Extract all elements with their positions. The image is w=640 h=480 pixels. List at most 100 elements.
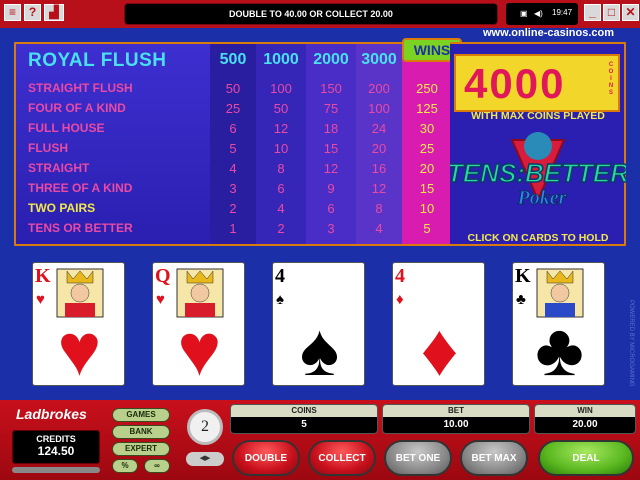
payout-value: 3 xyxy=(229,181,237,196)
autoplay-button[interactable]: ∞ xyxy=(144,459,170,473)
coin-value-selector[interactable]: 2 xyxy=(187,409,223,445)
bank-button[interactable]: BANK xyxy=(112,425,170,439)
royal-flush-label: ROYAL FLUSH xyxy=(28,50,167,71)
max-win-box: 4000 COINS xyxy=(454,54,620,112)
payout-value: 2 xyxy=(277,221,285,236)
games-button[interactable]: GAMES xyxy=(112,408,170,422)
playing-card[interactable]: 4 ♠ ♠ xyxy=(272,262,365,391)
brand-logo: Ladbrokes xyxy=(16,406,87,422)
card-suit-small: ♥ xyxy=(36,291,45,308)
royal-value-2: 1000 xyxy=(263,51,299,68)
payout-value: 10 xyxy=(419,201,435,216)
payout-value: 75 xyxy=(323,101,339,116)
paytable-row: TENS OR BETTER 1 2 3 4 5 xyxy=(16,218,452,238)
bet-max-button[interactable]: BET MAX xyxy=(460,440,528,476)
win-label: WIN xyxy=(535,405,635,417)
paytable-row: TWO PAIRS 2 4 6 8 10 xyxy=(16,198,452,218)
help-icon[interactable]: ? xyxy=(24,4,41,21)
hold-instruction: CLICK ON CARDS TO HOLD xyxy=(467,232,609,244)
payout-value: 250 xyxy=(416,81,438,96)
payout-value: 3 xyxy=(327,221,335,236)
status-message: DOUBLE TO 40.00 OR COLLECT 20.00 xyxy=(124,3,498,25)
hand-name: STRAIGHT FLUSH xyxy=(28,81,133,95)
hand-name: FLUSH xyxy=(28,141,68,155)
payout-value: 12 xyxy=(323,161,339,176)
stats-icon[interactable]: ▟ xyxy=(44,4,64,21)
jackpot-panel: 4000 COINS WITH MAX COINS PLAYED TENS:BE… xyxy=(450,42,626,246)
menu-icon[interactable]: ≡ xyxy=(4,4,21,21)
deal-button[interactable]: DEAL xyxy=(538,440,634,476)
clock-display: ▣ ◀) 19:47 xyxy=(506,3,578,25)
payout-value: 125 xyxy=(416,101,438,116)
top-bar: ≡ ? ▟ DOUBLE TO 40.00 OR COLLECT 20.00 ▣… xyxy=(0,0,640,28)
card-suit-pip: ♥ xyxy=(177,308,222,391)
win-display: WIN 20.00 xyxy=(534,404,636,434)
svg-text:Poker: Poker xyxy=(517,187,567,209)
payout-value: 6 xyxy=(327,201,335,216)
playing-card[interactable]: K ♣ ♣ xyxy=(512,262,605,391)
card-suit-pip: ♣ xyxy=(535,308,584,391)
coin-arrows[interactable]: ◀▶ xyxy=(186,452,224,466)
paytable-row: THREE OF A KIND 3 6 9 12 15 xyxy=(16,178,452,198)
payout-value: 100 xyxy=(270,81,292,96)
payout-value: 12 xyxy=(273,121,289,136)
max-coins-text: WITH MAX COINS PLAYED xyxy=(471,110,605,122)
restore-icon[interactable]: □ xyxy=(603,4,620,21)
clock-time: 19:47 xyxy=(552,8,573,17)
hand-name: FOUR OF A KIND xyxy=(28,101,126,115)
hand-name: TENS OR BETTER xyxy=(28,221,133,235)
close-icon[interactable]: ✕ xyxy=(622,4,639,21)
hand-name: STRAIGHT xyxy=(28,161,90,175)
expert-button[interactable]: EXPERT xyxy=(112,442,170,456)
paytable-row: FLUSH 5 10 15 20 25 xyxy=(16,138,452,158)
card-suit-pip: ♦ xyxy=(420,308,459,391)
payout-value: 15 xyxy=(323,141,339,156)
payout-value: 200 xyxy=(368,81,390,96)
network-icon: ▣ xyxy=(520,9,528,18)
card-rank: Q xyxy=(155,265,171,287)
payout-value: 12 xyxy=(371,181,387,196)
speaker-icon[interactable]: ◀) xyxy=(534,4,543,24)
payout-value: 150 xyxy=(320,81,342,96)
minimize-icon[interactable]: _ xyxy=(584,4,601,21)
payout-value: 6 xyxy=(229,121,237,136)
collect-button[interactable]: COLLECT xyxy=(308,440,376,476)
paytable-row: STRAIGHT 4 8 12 16 20 xyxy=(16,158,452,178)
payout-value: 8 xyxy=(375,201,383,216)
card-suit-pip: ♠ xyxy=(299,308,340,391)
coins-label: COINS xyxy=(231,405,377,417)
payout-value: 50 xyxy=(273,101,289,116)
playing-card[interactable]: K ♥ ♥ xyxy=(32,262,125,387)
payout-value: 6 xyxy=(277,181,285,196)
royal-value-1: 500 xyxy=(219,51,247,68)
card-rank: K xyxy=(35,265,51,287)
payout-value: 4 xyxy=(375,221,383,236)
card-suit-small: ♣ xyxy=(516,291,526,308)
paytable: ROYAL FLUSH 500 1000 2000 3000 WINS STRA… xyxy=(14,38,462,246)
playing-card[interactable]: Q ♥ ♥ xyxy=(152,262,245,391)
payout-value: 20 xyxy=(419,161,435,176)
double-button[interactable]: DOUBLE xyxy=(232,440,300,476)
credits-label: CREDITS xyxy=(36,434,76,444)
card-suit-small: ♠ xyxy=(276,291,284,308)
bet-value: 10.00 xyxy=(443,419,469,430)
percent-button[interactable]: % xyxy=(112,459,138,473)
powered-by-text: POWERED BY MICROGAMING xyxy=(628,300,634,387)
royal-value-3: 2000 xyxy=(313,51,349,68)
bet-one-button[interactable]: BET ONE xyxy=(384,440,452,476)
payout-value: 25 xyxy=(419,141,435,156)
hand-name: TWO PAIRS xyxy=(28,201,96,215)
paytable-row: FOUR OF A KIND 25 50 75 100 125 xyxy=(16,98,452,118)
paytable-row: STRAIGHT FLUSH 50 100 150 200 250 xyxy=(16,78,452,98)
hand-name: FULL HOUSE xyxy=(28,121,105,135)
credits-value: 124.50 xyxy=(37,444,75,458)
bet-label: BET xyxy=(383,405,529,417)
card-rank: K xyxy=(515,265,531,287)
svg-text:TENS:BETTER: TENS:BETTER xyxy=(450,158,626,188)
site-url[interactable]: www.online-casinos.com xyxy=(483,27,614,39)
payout-value: 100 xyxy=(368,101,390,116)
payout-value: 4 xyxy=(277,201,285,216)
playing-card[interactable]: 4 ♦ ♦ xyxy=(392,262,485,391)
payout-value: 15 xyxy=(419,181,435,196)
payout-value: 8 xyxy=(277,161,285,176)
